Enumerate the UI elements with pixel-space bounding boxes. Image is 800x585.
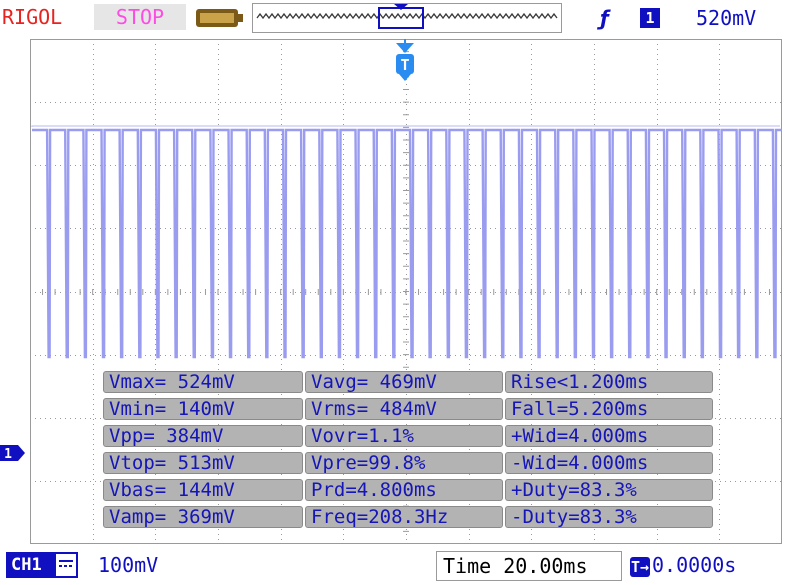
measurement-row: Vpp= 384mV Vovr=1.1% +Wid=4.000ms (103, 425, 715, 449)
measurement-row: Vamp= 369mV Freq=208.3Hz -Duty=83.3% (103, 506, 715, 530)
measurement-cell: Vmin= 140mV (103, 398, 303, 420)
measurement-cell: Vpp= 384mV (103, 425, 303, 447)
measurement-cell: Vbas= 144mV (103, 479, 303, 501)
measurement-cell: +Duty=83.3% (505, 479, 713, 501)
trigger-panel[interactable]: ƒ 1 520mV (588, 3, 796, 33)
measurement-cell: Fall=5.200ms (505, 398, 713, 420)
measurement-cell: Vtop= 513mV (103, 452, 303, 474)
measurement-row: Vtop= 513mV Vpre=99.8% -Wid=4.000ms (103, 452, 715, 476)
measurement-cell: +Wid=4.000ms (505, 425, 713, 447)
measurement-cell: -Wid=4.000ms (505, 452, 713, 474)
bottom-status-bar: CH1 100mV Time 20.00ms T→ 0.0000s (0, 548, 800, 585)
measurement-row: Vmin= 140mV Vrms= 484mV Fall=5.200ms (103, 398, 715, 422)
channel-1-indicator[interactable]: CH1 (6, 552, 78, 578)
channel-vertical-scale[interactable]: 100mV (98, 552, 158, 578)
channel-label: CH1 (8, 554, 56, 576)
trigger-marker-label: T (400, 56, 409, 74)
horizontal-position-bar[interactable] (252, 3, 562, 33)
measurement-cell: Rise<1.200ms (505, 371, 713, 393)
measurement-row: Vmax= 524mV Vavg= 469mV Rise<1.200ms (103, 371, 715, 395)
trigger-offset-icon: T→ (630, 556, 650, 577)
measurement-cell: Vovr=1.1% (305, 425, 503, 447)
top-status-bar: RIGOL STOP ƒ 1 520mV (0, 0, 800, 36)
trigger-source-badge: 1 (640, 8, 660, 28)
measurement-row: Vbas= 144mV Prd=4.800ms +Duty=83.3% (103, 479, 715, 503)
measurement-panel: Vmax= 524mV Vavg= 469mV Rise<1.200ms Vmi… (103, 371, 715, 535)
ch1-ground-marker[interactable]: 1 (0, 444, 26, 462)
run-stop-status[interactable]: STOP (94, 4, 186, 30)
measurement-cell: Vamp= 369mV (103, 506, 303, 528)
measurement-cell: Vrms= 484mV (305, 398, 503, 420)
trigger-level: 520mV (696, 6, 757, 30)
horizontal-time-scale[interactable]: Time 20.00ms (436, 551, 622, 581)
measurement-cell: Freq=208.3Hz (305, 506, 503, 528)
measurement-cell: Vmax= 524mV (103, 371, 303, 393)
horizontal-offset[interactable]: T→ 0.0000s (630, 551, 796, 581)
coupling-icon (59, 560, 73, 567)
rising-edge-icon: ƒ (600, 6, 609, 30)
ch1-trace-noise (31, 125, 780, 127)
measurement-cell: -Duty=83.3% (505, 506, 713, 528)
ch1-marker-label: 1 (4, 447, 12, 462)
measurement-cell: Prd=4.800ms (305, 479, 503, 501)
trigger-position-marker[interactable]: T (396, 39, 414, 81)
measurement-cell: Vpre=99.8% (305, 452, 503, 474)
memory-depth-icon (196, 8, 244, 32)
brand-logo: RIGOL (2, 5, 63, 29)
time-offset-value: 0.0000s (652, 553, 737, 577)
measurement-cell: Vavg= 469mV (305, 371, 503, 393)
